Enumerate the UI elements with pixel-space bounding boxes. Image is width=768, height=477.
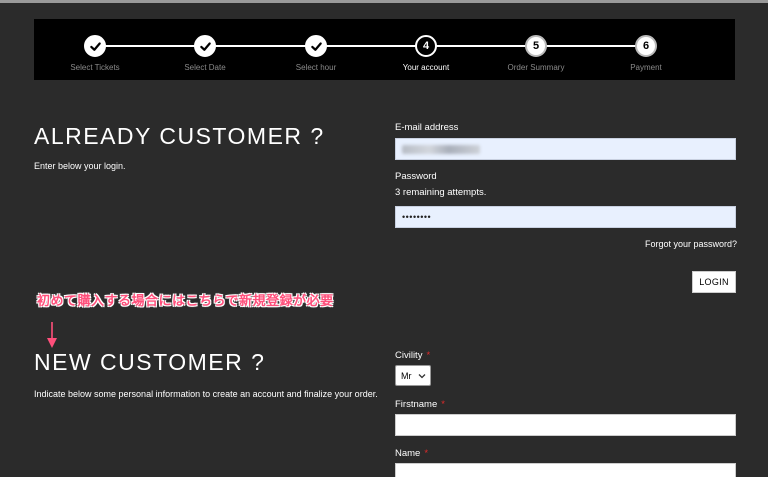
login-subtitle: Enter below your login. [34,161,126,171]
name-label: Name * [395,448,428,459]
annotation-callout: 初めて購入する場合にはこちらで新規登録が必要 [37,293,334,308]
already-customer-heading: ALREADY CUSTOMER ? [34,123,325,149]
password-label: Password [395,171,437,182]
firstname-label-text: Firstname [395,399,438,410]
blurred-email-value [402,144,480,154]
civility-select[interactable]: Mr [395,365,431,386]
civility-label: Civility * [395,350,430,361]
civility-label-text: Civility [395,350,423,361]
check-icon [305,35,327,57]
forgot-password-link[interactable]: Forgot your password? [645,239,737,249]
civility-value: Mr [401,370,412,381]
firstname-field[interactable] [395,414,736,436]
step-label: Select hour [295,63,337,72]
password-field[interactable]: •••••••• [395,206,736,228]
attempts-text: 3 remaining attempts. [395,187,487,198]
step-label: Payment [630,63,662,72]
step-number: 4 [415,35,437,57]
required-marker: * [441,399,445,410]
step-number: 6 [635,35,657,57]
window-top-edge [0,0,768,3]
firstname-label: Firstname * [395,399,445,410]
step-label: Order Summary [507,63,565,72]
step-payment: 6 Payment [591,35,701,72]
step-select-hour[interactable]: Select hour [261,35,371,72]
step-your-account: 4 Your account [371,35,481,72]
check-icon [194,35,216,57]
step-label: Select Tickets [70,63,120,72]
step-select-tickets[interactable]: Select Tickets [40,35,150,72]
email-field[interactable] [395,138,736,160]
name-label-text: Name [395,448,421,459]
new-customer-subtitle: Indicate below some personal information… [34,389,378,399]
required-marker: * [426,350,431,361]
checkout-progress-stepper: Select Tickets Select Date Select hour 4… [34,19,735,80]
login-button[interactable]: LOGIN [692,271,736,293]
email-label: E-mail address [395,122,459,133]
step-number: 5 [525,35,547,57]
name-field[interactable] [395,463,736,477]
arrow-down-icon [47,322,57,348]
check-icon [84,35,106,57]
step-select-date[interactable]: Select Date [150,35,260,72]
step-label: Your account [402,63,450,72]
new-customer-heading: NEW CUSTOMER ? [34,349,266,375]
chevron-down-icon [418,374,426,379]
required-marker: * [424,448,429,459]
step-order-summary: 5 Order Summary [481,35,591,72]
step-label: Select Date [184,63,226,72]
